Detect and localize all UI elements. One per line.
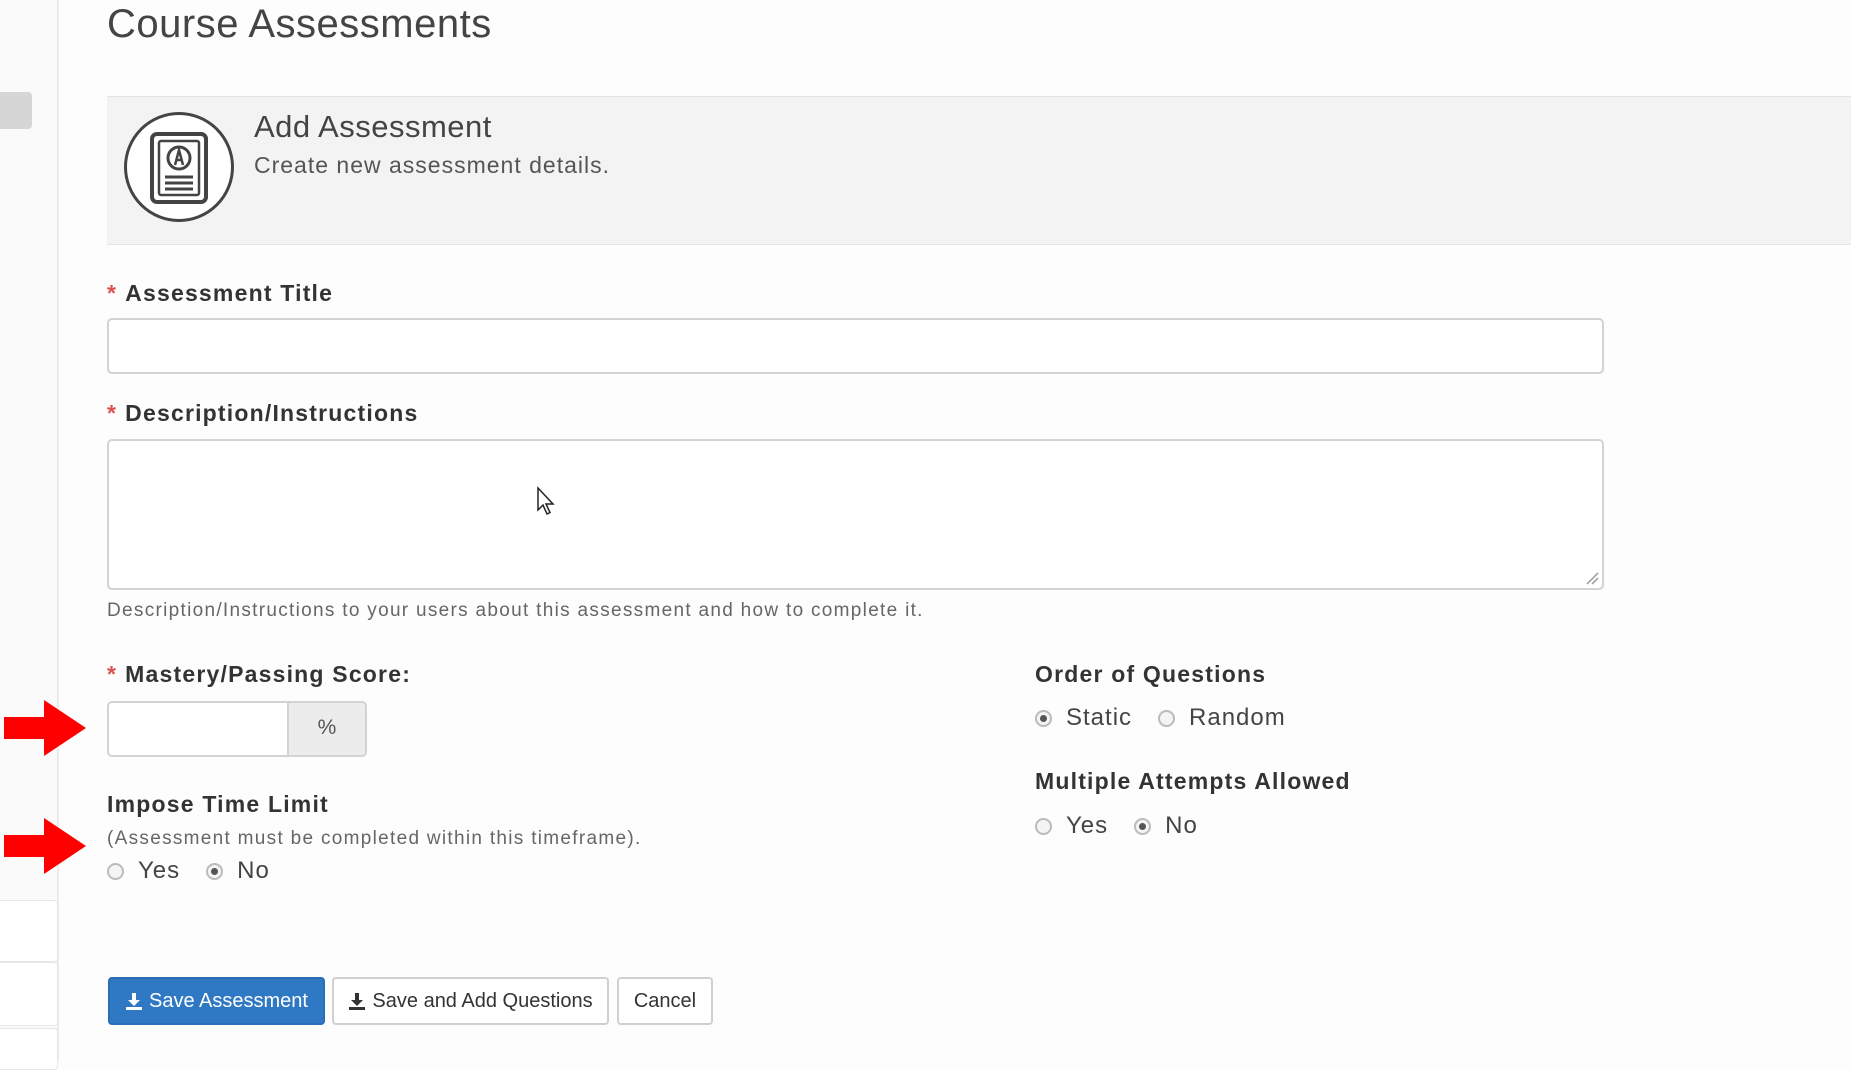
save-assessment-button[interactable]: Save Assessment <box>108 977 325 1025</box>
panel-heading: Add Assessment <box>254 109 492 144</box>
sidebar <box>0 0 59 1070</box>
add-assessment-panel: Add Assessment Create new assessment det… <box>107 96 1851 245</box>
resize-grip-icon[interactable] <box>1585 571 1599 585</box>
time-limit-yes-radio[interactable]: Yes <box>107 857 180 885</box>
mouse-cursor-icon <box>537 486 555 516</box>
sidebar-item[interactable] <box>0 900 58 962</box>
percent-addon: % <box>287 701 367 757</box>
radio-circle[interactable] <box>1035 817 1052 835</box>
panel-subheading: Create new assessment details. <box>254 152 610 178</box>
mastery-score-input[interactable] <box>107 701 287 757</box>
time-limit-no-radio[interactable]: No <box>206 857 270 885</box>
order-radio-group: Static Random <box>1035 704 1312 732</box>
attempts-no-radio[interactable]: No <box>1134 812 1198 840</box>
assessment-document-icon <box>124 112 234 222</box>
mastery-score-label: * Mastery/Passing Score: <box>107 661 412 687</box>
red-arrow-icon <box>4 700 86 756</box>
description-help-text: Description/Instructions to your users a… <box>107 600 924 621</box>
assessment-title-input[interactable] <box>107 318 1604 374</box>
assessment-title-label: * Assessment Title <box>107 280 334 306</box>
multiple-attempts-label: Multiple Attempts Allowed <box>1035 768 1351 794</box>
download-icon <box>125 992 143 1010</box>
cancel-button[interactable]: Cancel <box>617 977 713 1025</box>
download-icon <box>348 992 366 1010</box>
required-marker: * <box>107 280 118 306</box>
time-limit-help-text: (Assessment must be completed within thi… <box>107 828 642 849</box>
time-limit-radio-group: Yes No <box>107 857 296 885</box>
radio-circle[interactable] <box>1158 709 1176 727</box>
save-and-add-questions-button[interactable]: Save and Add Questions <box>332 977 609 1025</box>
required-marker: * <box>107 661 118 687</box>
radio-circle-selected[interactable] <box>1035 709 1052 727</box>
page-title: Course Assessments <box>107 2 492 46</box>
order-of-questions-label: Order of Questions <box>1035 661 1267 687</box>
description-textarea[interactable] <box>107 439 1604 590</box>
required-marker: * <box>107 400 118 426</box>
sidebar-item[interactable] <box>0 962 58 1026</box>
radio-circle[interactable] <box>107 862 124 880</box>
sidebar-tab[interactable] <box>0 92 32 129</box>
sidebar-item[interactable] <box>0 1028 58 1070</box>
attempts-radio-group: Yes No <box>1035 812 1224 840</box>
time-limit-label: Impose Time Limit <box>107 791 329 817</box>
radio-circle-selected[interactable] <box>1134 817 1152 835</box>
attempts-yes-radio[interactable]: Yes <box>1035 812 1108 840</box>
red-arrow-icon <box>4 818 86 874</box>
description-label: * Description/Instructions <box>107 400 419 426</box>
radio-circle-selected[interactable] <box>206 862 224 880</box>
order-static-radio[interactable]: Static <box>1035 704 1132 732</box>
order-random-radio[interactable]: Random <box>1158 704 1286 732</box>
